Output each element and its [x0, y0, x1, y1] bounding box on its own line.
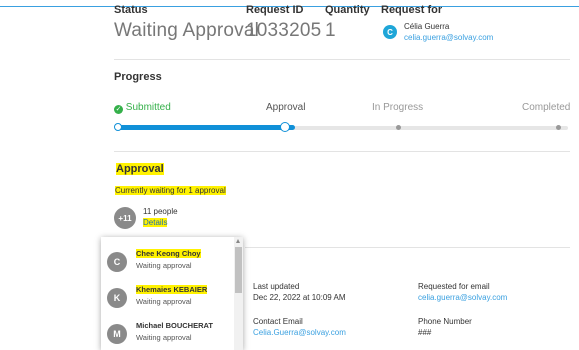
avatar: C: [107, 252, 127, 272]
scrollbar-thumb[interactable]: [235, 247, 242, 293]
approver-row[interactable]: C Chee Keong Choy Waiting approval: [101, 244, 233, 280]
last-updated-value: Dec 22, 2022 at 10:09 AM: [253, 293, 346, 302]
details-link[interactable]: Details: [143, 218, 168, 227]
phone-number-label: Phone Number: [418, 317, 472, 326]
requested-for-email-link[interactable]: celia.guerra@solvay.com: [418, 293, 507, 302]
step-approval: Approval: [266, 102, 306, 113]
step-dot-submitted: [114, 123, 122, 131]
contact-email-link[interactable]: Celia.Guerra@solvay.com: [253, 328, 346, 337]
approver-status: Waiting approval: [136, 333, 192, 342]
contact-email-label: Contact Email: [253, 317, 303, 326]
approvers-popup[interactable]: C Chee Keong Choy Waiting approval K Khe…: [101, 237, 243, 350]
request-id-label: Request ID: [246, 4, 304, 16]
status-label: Status: [114, 4, 148, 16]
request-id-value: 1033205: [246, 20, 322, 41]
last-updated-label: Last updated: [253, 282, 300, 291]
approval-title: Approval: [116, 163, 164, 175]
request-for-email-link[interactable]: celia.guerra@solvay.com: [404, 33, 493, 42]
avatar: M: [107, 324, 127, 344]
step-submitted: ✓ Submitted: [114, 102, 171, 114]
step-dot-completed: [556, 125, 561, 130]
step-dot-in-progress: [396, 125, 401, 130]
approval-waiting-text: Currently waiting for 1 approval: [115, 186, 226, 195]
step-in-progress: In Progress: [372, 102, 424, 113]
approver-row[interactable]: K Khemaies KEBAIER Waiting approval: [101, 280, 233, 316]
approver-row[interactable]: M Michael BOUCHERAT Waiting approval: [101, 316, 233, 350]
progress-title: Progress: [114, 71, 162, 83]
divider: [114, 151, 570, 152]
approver-name: Chee Keong Choy: [136, 249, 201, 258]
people-count: 11 people: [143, 207, 178, 216]
status-value: Waiting Approval: [114, 20, 260, 41]
quantity-value: 1: [325, 20, 336, 41]
step-dot-approval: [280, 122, 290, 132]
popup-scrollbar[interactable]: [234, 237, 243, 350]
request-for-label: Request for: [381, 4, 443, 16]
step-completed: Completed: [522, 102, 571, 113]
approver-name: Khemaies KEBAIER: [136, 285, 208, 294]
divider: [245, 247, 570, 248]
requested-for-email-label: Requested for email: [418, 282, 490, 291]
divider: [114, 59, 570, 60]
check-circle-icon: ✓: [114, 105, 123, 114]
scroll-up-arrow-icon[interactable]: [236, 239, 240, 243]
approvers-count-badge: +11: [114, 207, 136, 229]
progress-fill: [116, 125, 295, 130]
avatar: C: [383, 25, 397, 39]
request-for-name: Célia Guerra: [404, 22, 450, 31]
step-label: Submitted: [125, 102, 171, 113]
approver-name: Michael BOUCHERAT: [136, 321, 213, 330]
avatar: K: [107, 288, 127, 308]
approver-status: Waiting approval: [136, 297, 192, 306]
approver-status: Waiting approval: [136, 261, 192, 270]
quantity-label: Quantity: [325, 4, 370, 16]
phone-number-value: ###: [418, 328, 432, 337]
